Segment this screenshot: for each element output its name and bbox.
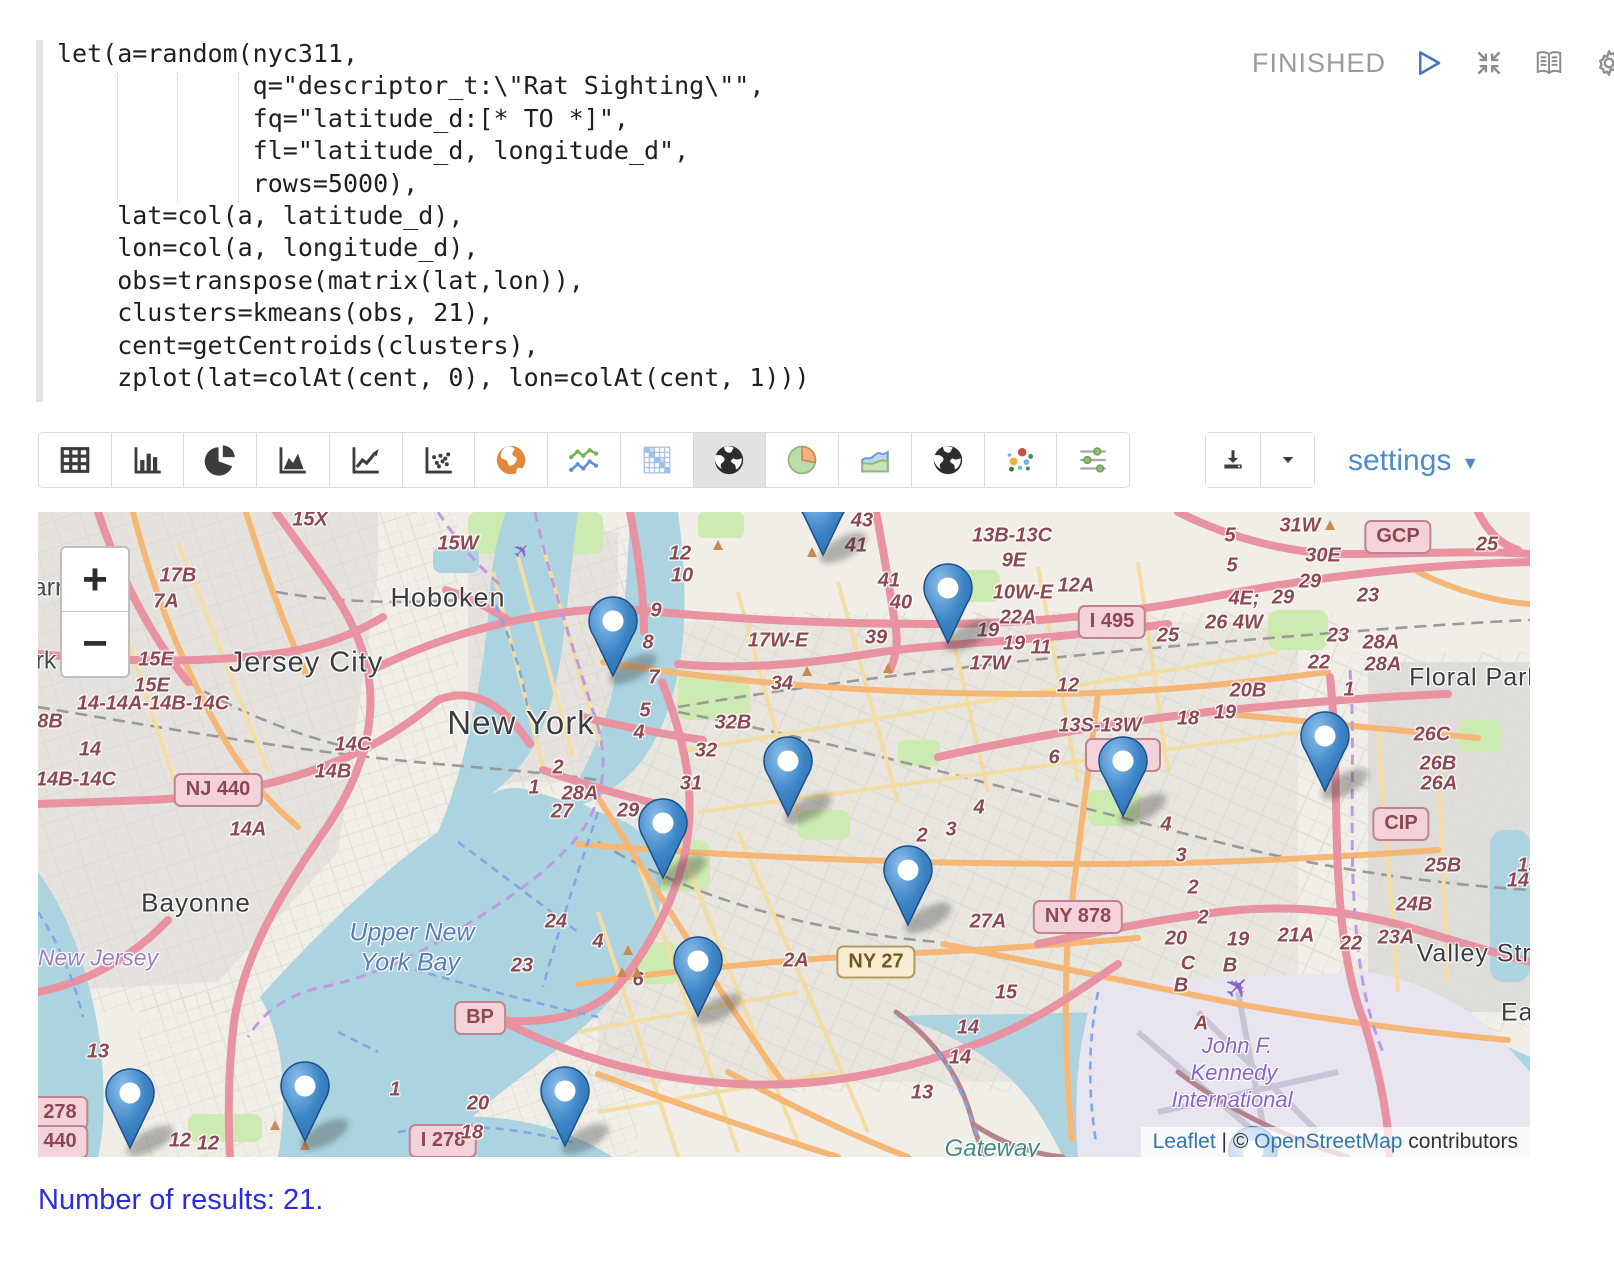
- line-chart-button[interactable]: [329, 433, 402, 487]
- gear-icon[interactable]: [1592, 46, 1614, 80]
- code-line: lon=col(a, longitude_d),: [57, 232, 810, 264]
- settings-label: settings: [1348, 444, 1451, 478]
- area-chart-button[interactable]: [256, 433, 329, 487]
- map-marker[interactable]: [799, 512, 871, 569]
- attribution-suffix: contributors: [1408, 1130, 1518, 1154]
- code-line: fq="latitude_d:[* TO *]",: [57, 103, 810, 135]
- code-line: lat=col(a, latitude_d),: [57, 200, 810, 232]
- code-line: obs=transpose(matrix(lat,lon)),: [57, 265, 810, 297]
- map-marker[interactable]: [884, 846, 956, 939]
- show-editor-icon[interactable]: [1532, 46, 1566, 80]
- indent-guide: [117, 72, 118, 202]
- map-marker[interactable]: [764, 737, 836, 830]
- map-marker[interactable]: [281, 1062, 353, 1155]
- bubble-scatter-button[interactable]: [984, 433, 1057, 487]
- osm-link[interactable]: OpenStreetMap: [1254, 1130, 1402, 1154]
- code-line: zplot(lat=colAt(cent, 0), lon=colAt(cent…: [57, 362, 810, 394]
- code-line: q="descriptor_t:\"Rat Sighting\"",: [57, 70, 810, 102]
- area-chart-pastel-button[interactable]: [838, 433, 911, 487]
- map-marker[interactable]: [639, 799, 711, 892]
- map-marker[interactable]: [106, 1069, 178, 1157]
- indent-guide: [177, 72, 178, 202]
- leaflet-map[interactable]: Jersey CityNew YorkHobokenBayonneFloral …: [38, 512, 1530, 1157]
- globe-map-2-button[interactable]: [911, 433, 984, 487]
- table-button[interactable]: [39, 433, 111, 487]
- settings-caret-icon: ▼: [1461, 453, 1479, 474]
- map-marker[interactable]: [1301, 712, 1373, 805]
- results-count: Number of results: 21.: [38, 1184, 323, 1217]
- zoom-out-button[interactable]: −: [62, 612, 128, 676]
- map-marker-layer: [38, 512, 1530, 1157]
- map-attribution: Leaflet | © OpenStreetMap contributors: [1141, 1127, 1530, 1157]
- multi-line-chart-button[interactable]: [547, 433, 620, 487]
- zoom-in-button[interactable]: +: [62, 548, 128, 612]
- scatter-plot-button[interactable]: [402, 433, 475, 487]
- code-line: fl="latitude_d, longitude_d",: [57, 135, 810, 167]
- map-marker[interactable]: [1099, 737, 1171, 830]
- map-marker[interactable]: [674, 937, 746, 1030]
- download-split-button: [1205, 432, 1315, 488]
- chart-type-toolbar: [38, 432, 1130, 488]
- leaflet-link[interactable]: Leaflet: [1153, 1130, 1216, 1154]
- code-line: cent=getCentroids(clusters),: [57, 330, 810, 362]
- settings-toggle[interactable]: settings ▼: [1348, 444, 1479, 478]
- heatmap-button[interactable]: [620, 433, 693, 487]
- globe-orange-button[interactable]: [474, 433, 547, 487]
- bar-chart-button[interactable]: [111, 433, 184, 487]
- globe-map-button[interactable]: [693, 433, 766, 487]
- pie-chart-pastel-button[interactable]: [765, 433, 838, 487]
- parallel-coordinates-button[interactable]: [1056, 433, 1129, 487]
- download-button[interactable]: [1206, 433, 1260, 487]
- pie-chart-button[interactable]: [183, 433, 256, 487]
- map-zoom-control: + −: [60, 546, 130, 678]
- paragraph-focus-bar: [36, 40, 43, 402]
- attribution-copyright: ©: [1233, 1130, 1248, 1154]
- paragraph-status: FINISHED: [1252, 48, 1386, 79]
- run-icon[interactable]: [1412, 46, 1446, 80]
- map-marker[interactable]: [541, 1067, 613, 1157]
- code-line: clusters=kmeans(obs, 21),: [57, 297, 810, 329]
- indent-guide: [238, 72, 239, 202]
- download-caret-button[interactable]: [1260, 433, 1314, 487]
- code-line: let(a=random(nyc311,: [57, 38, 810, 70]
- code-editor[interactable]: let(a=random(nyc311, q="descriptor_t:\"R…: [57, 38, 810, 394]
- code-line: rows=5000),: [57, 168, 810, 200]
- map-marker[interactable]: [924, 564, 996, 657]
- map-marker[interactable]: [589, 597, 661, 690]
- collapse-icon[interactable]: [1472, 46, 1506, 80]
